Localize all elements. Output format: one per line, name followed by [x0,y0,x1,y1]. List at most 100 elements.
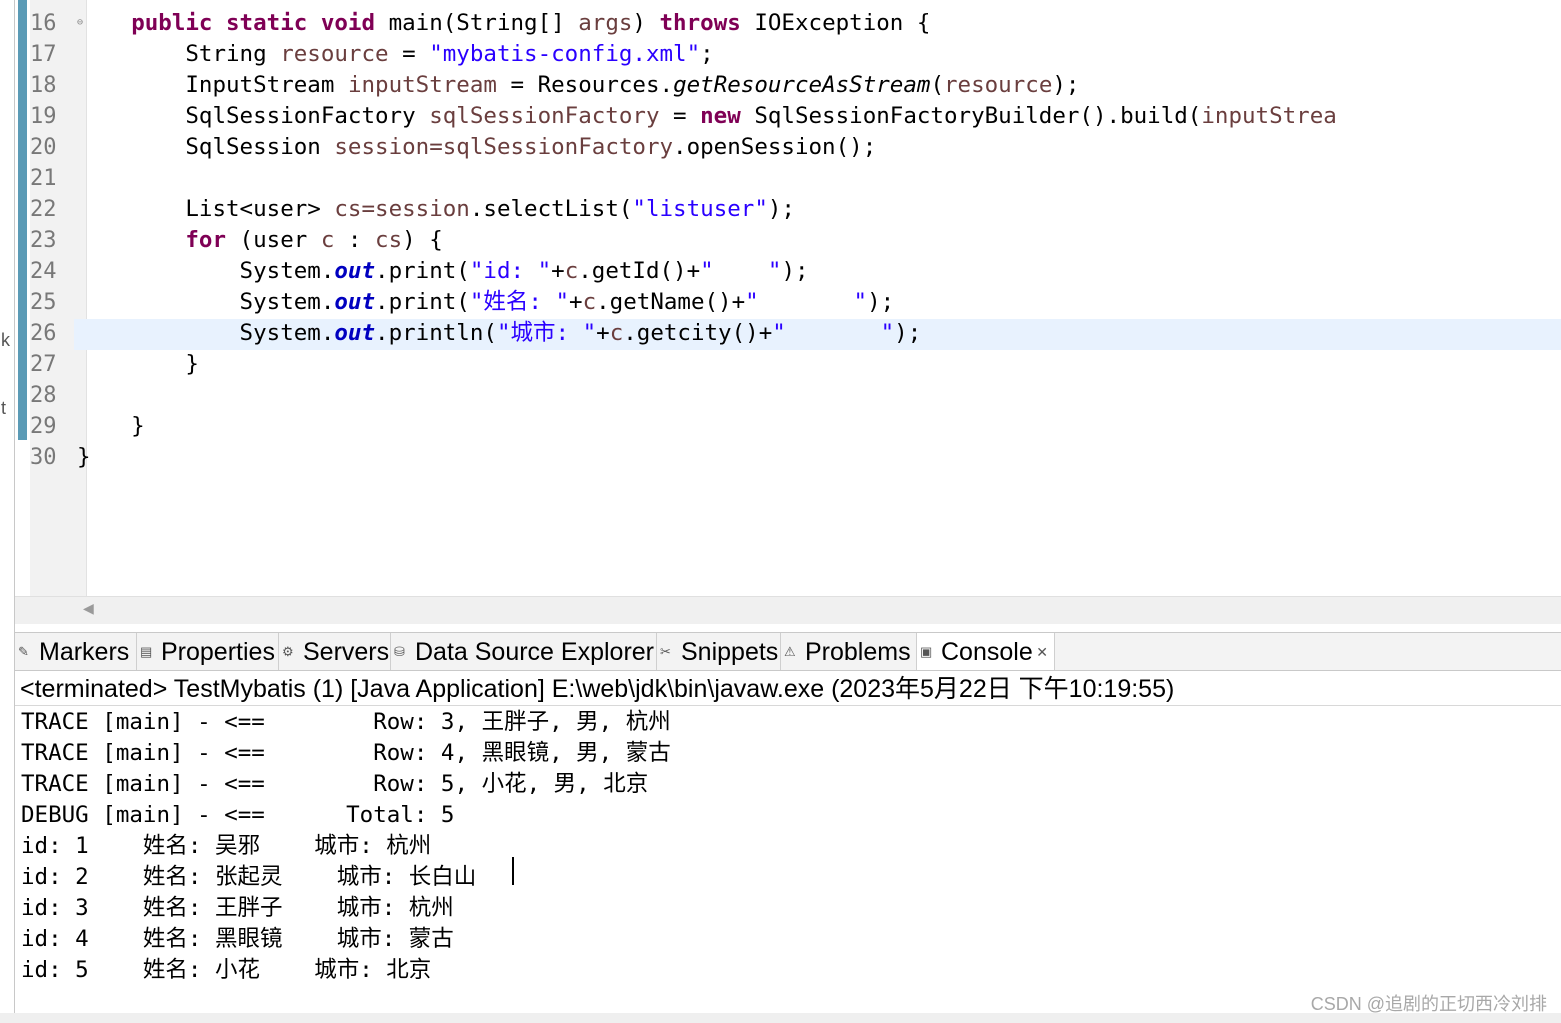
code-line[interactable]: System.out.print("姓名: "+c.getName()+" ")… [77,287,895,318]
code-token: c [582,289,597,315]
code-token: new [700,103,741,129]
line-number: 25 [30,290,57,315]
code-line[interactable]: } [77,411,145,442]
code-token: " " [700,258,782,284]
code-token: (user [226,227,321,253]
tab-label: Snippets [681,638,779,666]
console-line: id: 5 姓名: 小花 城市: 北京 [21,957,432,983]
quick-diff-ruler [18,0,27,440]
line-number: 24 [30,259,57,284]
close-tab-icon[interactable]: ✕ [1036,633,1048,671]
code-token: } [77,351,199,377]
code-token: ); [1052,72,1080,98]
code-line[interactable]: List<user> cs=session.selectList("listus… [77,194,795,225]
tab-label: Data Source Explorer [415,638,655,666]
code-token: .openSession(); [673,134,877,160]
code-token: for [185,227,227,253]
code-token: c [320,227,335,253]
console-output[interactable]: TRACE [main] - <== Row: 3, 王胖子, 男, 杭州 TRA… [15,707,1561,1013]
properties-icon: ▤ [140,644,153,659]
line-number: 23 [30,228,57,253]
scroll-left-arrow-icon[interactable]: ◀ [83,601,94,617]
code-token: ); [894,320,922,346]
console-line: id: 4 姓名: 黑眼镜 城市: 蒙古 [21,926,454,952]
tab-label: Problems [805,638,911,666]
console-line: TRACE [main] - <== Row: 4, 黑眼镜, 男, 蒙古 [21,740,671,766]
code-token: .getId()+ [578,258,701,284]
code-token: void [320,10,376,36]
code-line[interactable]: } [77,349,199,380]
tab-snippets[interactable]: ✂ Snippets [657,633,781,670]
tab-properties[interactable]: ▤ Properties [137,633,279,670]
code-token: getResourceAsStream [673,72,931,98]
code-token: .print( [375,289,470,315]
code-token: static [226,10,308,36]
tab-label: Console [941,638,1033,666]
code-token: = [659,103,701,129]
tab-data-source-explorer[interactable]: ⛁ Data Source Explorer [391,633,657,670]
code-token: cs [375,227,403,253]
left-window-edge: k t [0,0,15,1023]
line-number: 29 [30,414,57,439]
code-token: " " [745,289,868,315]
code-token: "mybatis-config.xml" [429,41,701,67]
line-number: 18 [30,73,57,98]
code-line[interactable]: System.out.println("城市: "+c.getcity()+" … [77,318,922,349]
line-number: 28 [30,383,57,408]
code-token: : [334,227,376,253]
data-source-icon: ⛁ [394,644,405,659]
code-token: "id: " [469,258,552,284]
code-line[interactable]: SqlSessionFactory sqlSessionFactory = ne… [77,101,1336,132]
problems-icon: ⚠ [784,644,796,659]
code-line[interactable]: } [77,442,91,473]
code-token: session=sqlSessionFactory [334,134,674,160]
code-token: c [564,258,579,284]
tab-console[interactable]: ▣ Console ✕ [917,633,1055,670]
code-token: " " [772,320,895,346]
view-tab-bar: ✎ Markers ▤ Properties ⚙ Servers ⛁ Data Source … [15,632,1561,671]
code-line[interactable]: InputStream inputStream = Resources.getR… [77,70,1079,101]
text-caret [512,857,514,885]
code-line[interactable]: SqlSession session=sqlSessionFactory.ope… [77,132,876,163]
code-token: cs=session [334,196,470,222]
line-number: 27 [30,352,57,377]
code-token: String [77,41,281,67]
bottom-window-edge [0,1013,1561,1023]
tab-markers[interactable]: ✎ Markers [15,633,137,670]
code-editor[interactable]: 16 17 18 19 20 21 22 23 24 25 26 27 28 29 30 ⊖ public … [15,0,1561,596]
code-token: .print( [375,258,470,284]
editor-horizontal-scrollbar[interactable]: ◀ [15,596,1561,625]
code-token: + [596,320,610,346]
code-token: throws [659,10,741,36]
tab-servers[interactable]: ⚙ Servers [279,633,391,670]
line-number: 30 [30,445,57,470]
code-token: SqlSession [77,134,335,160]
code-token: List<user> [77,196,335,222]
view-separator [15,624,1561,632]
code-token: ( [930,72,944,98]
code-line[interactable]: System.out.print("id: "+c.getId()+" "); [77,256,809,287]
line-number: 21 [30,166,57,191]
code-token: ); [867,289,895,315]
console-icon: ▣ [920,644,933,659]
code-token: IOException { [740,10,931,36]
code-token: ) [632,10,660,36]
code-line[interactable]: String resource = "mybatis-config.xml"; [77,39,714,70]
code-token: public [131,10,213,36]
code-token: args [578,10,633,36]
code-line[interactable]: for (user c : cs) { [77,225,443,256]
code-token: ; [700,41,714,67]
line-number: 16 [30,11,57,36]
code-token: InputStream [77,72,348,98]
code-token: ) { [402,227,443,253]
console-line: id: 3 姓名: 王胖子 城市: 杭州 [21,895,454,921]
code-line[interactable]: public static void main(String[] args) t… [77,8,930,39]
line-number: 20 [30,135,57,160]
tab-label: Servers [303,638,390,666]
code-token: out [334,289,376,315]
tab-problems[interactable]: ⚠ Problems [781,633,917,670]
